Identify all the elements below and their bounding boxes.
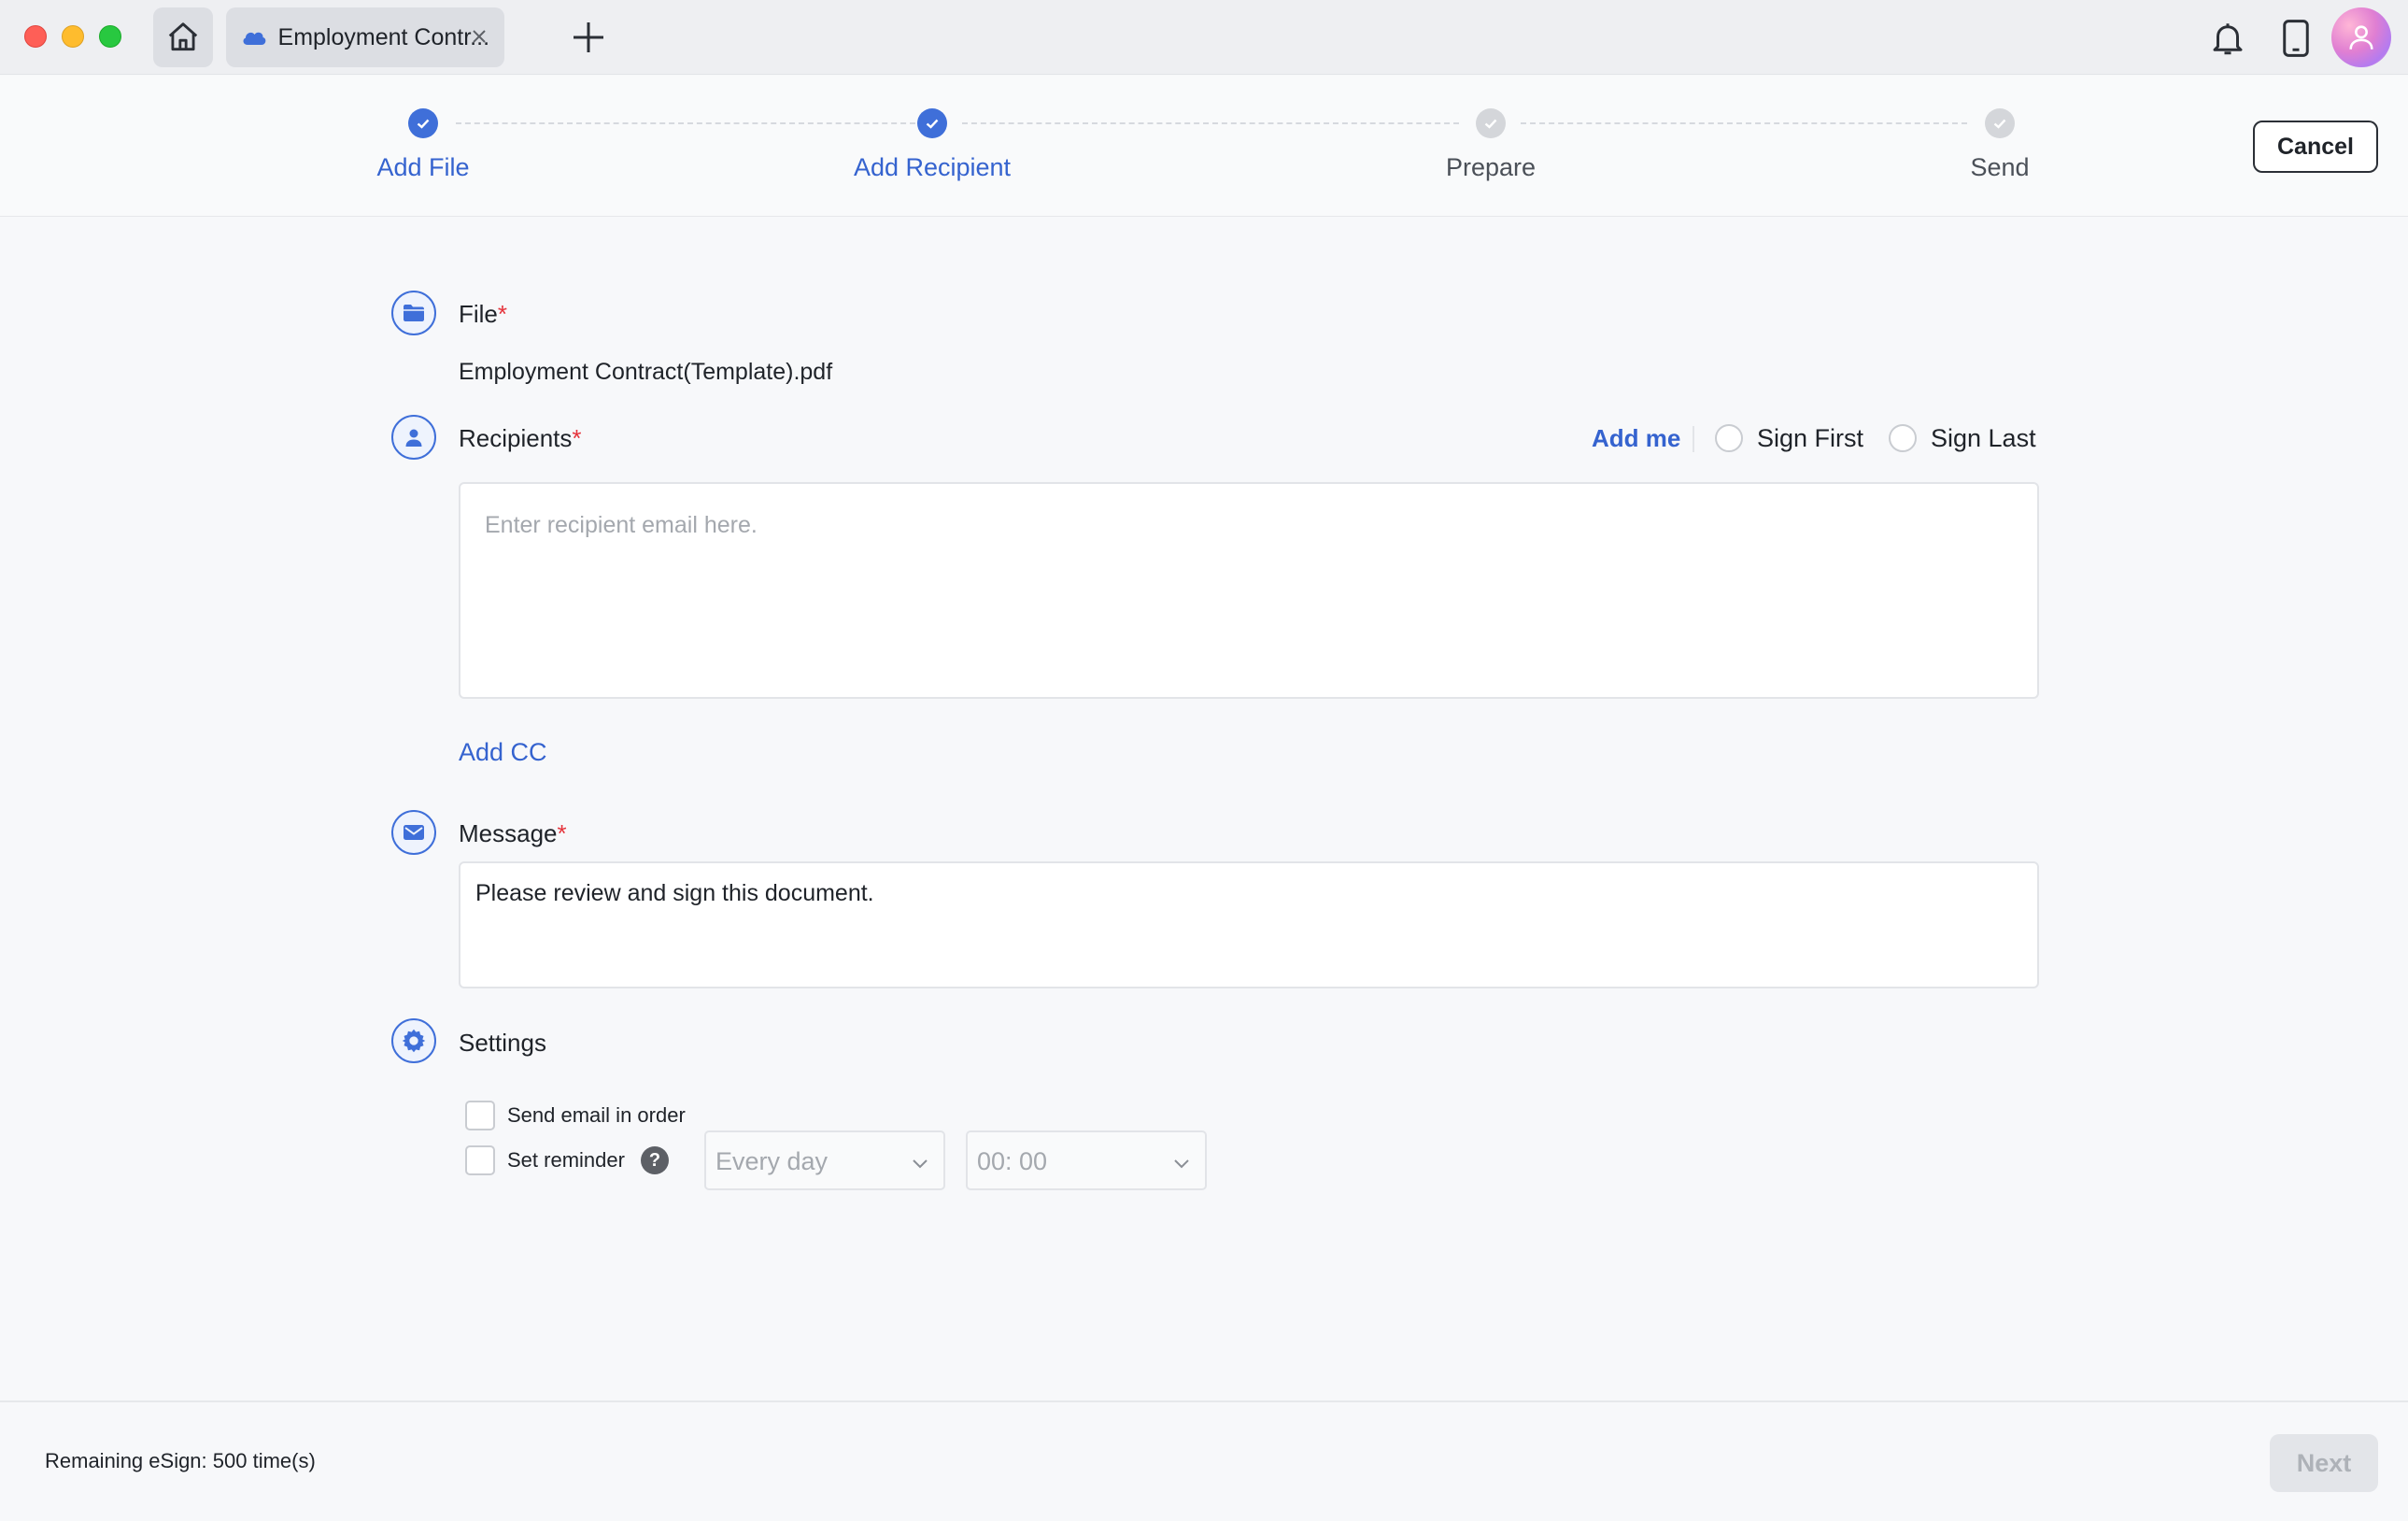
sign-first-label: Sign First: [1757, 424, 1864, 452]
required-mark: *: [557, 819, 567, 847]
file-name: Employment Contract(Template).pdf: [459, 359, 833, 385]
folder-icon: [391, 291, 436, 335]
set-reminder-checkbox[interactable]: [465, 1145, 495, 1175]
sign-first-radio[interactable]: [1715, 424, 1743, 452]
step-connector: [1521, 122, 1967, 124]
required-mark: *: [497, 300, 508, 328]
recipient-email-input[interactable]: Enter recipient email here.: [459, 482, 2039, 699]
minimize-window-button[interactable]: [62, 25, 84, 48]
recipients-title-text: Recipients: [459, 424, 573, 452]
step-prepare-check-icon: [1476, 108, 1506, 138]
tab-close-icon[interactable]: [467, 24, 491, 49]
step-send-check-icon: [1985, 108, 2015, 138]
message-text: Please review and sign this document.: [475, 880, 874, 906]
send-in-order-label: Send email in order: [507, 1103, 686, 1127]
cancel-button[interactable]: Cancel: [2253, 121, 2378, 173]
reminder-time-select[interactable]: 00: 00: [966, 1130, 1207, 1190]
plus-icon: [574, 22, 603, 52]
sign-last-label: Sign Last: [1931, 424, 2036, 452]
next-button[interactable]: Next: [2270, 1434, 2378, 1492]
new-tab-button[interactable]: [570, 19, 607, 56]
required-mark: *: [572, 424, 582, 452]
stepper: [0, 76, 2408, 217]
help-icon[interactable]: ?: [641, 1146, 669, 1174]
remaining-esign-count: Remaining eSign: 500 time(s): [45, 1449, 316, 1472]
step-send: Send: [1970, 153, 2030, 181]
title-bar: Employment Contr...: [0, 0, 2408, 75]
message-title-text: Message: [459, 819, 558, 847]
recipient-email-placeholder: Enter recipient email here.: [485, 512, 758, 538]
notifications-button[interactable]: [2208, 19, 2247, 58]
step-add-file: Add File: [376, 153, 470, 181]
message-section-title: Message*: [459, 819, 567, 848]
sign-last-radio[interactable]: [1889, 424, 1917, 452]
tab-title: Employment Contr...: [277, 23, 489, 50]
step-connector: [456, 122, 915, 124]
file-title-text: File: [459, 300, 498, 328]
avatar[interactable]: [2331, 7, 2391, 67]
divider: [1693, 426, 1694, 452]
settings-section-title: Settings: [459, 1029, 546, 1057]
user-icon: [391, 415, 436, 460]
file-section-title: File*: [459, 300, 507, 329]
add-me-link[interactable]: Add me: [1592, 424, 1680, 453]
step-add-file-check-icon: [408, 108, 438, 138]
tablet-icon: [2283, 20, 2309, 57]
gear-icon: [391, 1018, 436, 1063]
recipients-section-title: Recipients*: [459, 424, 582, 453]
mail-icon: [391, 810, 436, 855]
home-icon: [168, 22, 198, 51]
step-connector: [962, 122, 1459, 124]
home-button[interactable]: [153, 7, 213, 67]
step-prepare: Prepare: [1445, 153, 1537, 181]
cloud-icon: [241, 27, 269, 48]
document-tab[interactable]: Employment Contr...: [226, 7, 504, 67]
reminder-time-value: 00: 00: [977, 1147, 1048, 1175]
reminder-frequency-value: Every day: [715, 1147, 829, 1175]
close-window-button[interactable]: [24, 25, 47, 48]
bell-icon: [2213, 23, 2243, 55]
chevron-down-icon: [1174, 1159, 1189, 1169]
footer: Remaining eSign: 500 time(s) Next: [0, 1400, 2408, 1521]
step-add-recipient: Add Recipient: [853, 153, 1012, 181]
reminder-frequency-select[interactable]: Every day: [704, 1130, 945, 1190]
add-cc-link[interactable]: Add CC: [459, 738, 547, 767]
set-reminder-label: Set reminder: [507, 1148, 625, 1172]
user-icon: [2349, 25, 2373, 50]
device-button[interactable]: [2279, 19, 2313, 58]
maximize-window-button[interactable]: [99, 25, 121, 48]
send-in-order-checkbox[interactable]: [465, 1101, 495, 1130]
step-add-recipient-check-icon: [917, 108, 947, 138]
message-textarea[interactable]: Please review and sign this document.: [459, 861, 2039, 988]
chevron-down-icon: [913, 1159, 928, 1169]
